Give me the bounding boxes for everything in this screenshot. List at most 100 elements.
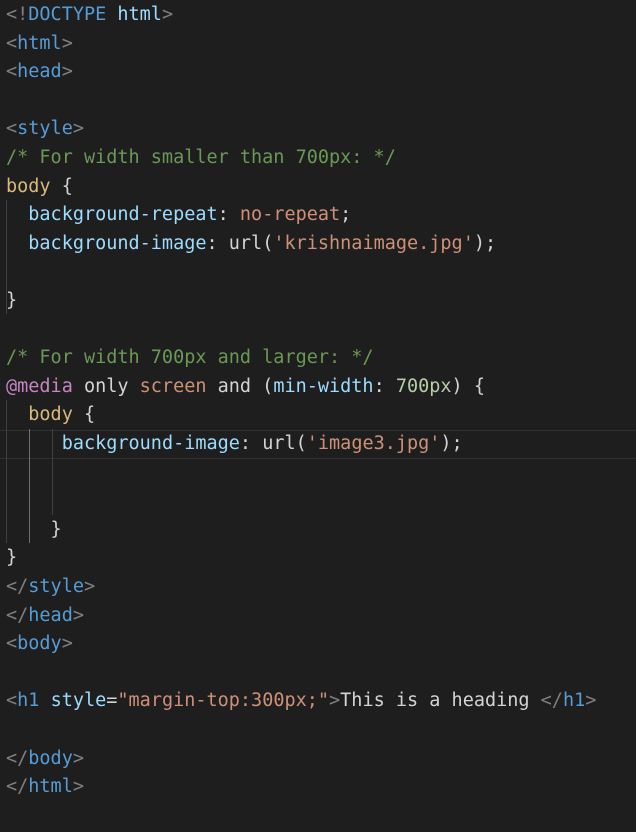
- code-line[interactable]: <h1 style="margin-top:300px;">This is a …: [0, 687, 636, 716]
- code-token: <: [6, 633, 18, 655]
- code-token: <!: [6, 4, 29, 25]
- code-token: </: [6, 604, 29, 626]
- code-token: >: [72, 604, 84, 626]
- code-token: ) {: [451, 375, 485, 397]
- code-line[interactable]: <html>: [0, 30, 636, 59]
- code-line[interactable]: body {: [0, 173, 636, 202]
- code-line[interactable]: /* For width 700px and larger: */: [0, 344, 636, 373]
- code-line[interactable]: background-image: url('krishnaimage.jpg'…: [0, 230, 636, 259]
- code-line[interactable]: <style>: [0, 115, 636, 144]
- code-token: html: [117, 4, 162, 25]
- code-token: </: [6, 776, 29, 798]
- indent-guide: [6, 400, 7, 543]
- code-line[interactable]: [0, 316, 636, 345]
- code-line[interactable]: @media only screen and (min-width: 700px…: [0, 373, 636, 402]
- code-line[interactable]: [0, 459, 636, 488]
- code-token: {: [72, 404, 96, 426]
- code-token: :: [206, 232, 229, 254]
- code-token: <: [6, 690, 18, 712]
- code-line[interactable]: </html>: [0, 773, 636, 802]
- code-token: no-repeat: [239, 204, 341, 226]
- code-token: html: [28, 776, 73, 798]
- code-token: >: [161, 4, 174, 25]
- code-token: >: [61, 633, 73, 655]
- code-token: {: [50, 175, 73, 197]
- code-token: url(: [262, 433, 307, 454]
- code-line[interactable]: }: [0, 287, 636, 316]
- code-token: :: [373, 375, 396, 397]
- code-token: background-image: [61, 433, 240, 454]
- code-token: );: [440, 433, 463, 454]
- code-token: only: [72, 375, 140, 397]
- code-token: h1: [562, 690, 586, 712]
- code-token: background-image: [28, 232, 207, 254]
- code-editor[interactable]: <!DOCTYPE html> <html> <head> <style>/* For…: [0, 0, 636, 832]
- code-token: >: [61, 61, 73, 83]
- code-token: =: [106, 690, 118, 712]
- code-token: body: [6, 175, 51, 197]
- code-token: head: [17, 61, 62, 83]
- code-token: h1: [17, 690, 40, 712]
- code-line[interactable]: <body>: [0, 630, 636, 659]
- code-line[interactable]: [0, 716, 636, 745]
- code-token: /* For width 700px and larger: */: [6, 347, 374, 369]
- code-token: }: [6, 547, 18, 569]
- code-token: }: [6, 518, 62, 540]
- code-line[interactable]: [0, 87, 636, 116]
- code-line[interactable]: [0, 258, 636, 287]
- code-token: >: [329, 690, 341, 712]
- code-line[interactable]: <!DOCTYPE html>: [0, 1, 636, 30]
- code-token: "margin-top:300px;": [117, 690, 330, 712]
- code-token: style: [17, 118, 73, 140]
- code-token: 'image3.jpg': [306, 433, 441, 454]
- code-token: 'krishnaimage.jpg': [273, 232, 474, 254]
- code-token: >: [61, 32, 73, 54]
- code-token: body: [17, 633, 62, 655]
- code-token: This is a heading: [340, 690, 541, 712]
- code-token: DOCTYPE: [28, 4, 107, 25]
- code-token: body: [28, 747, 73, 769]
- code-token: /* For width smaller than 700px: */: [6, 147, 396, 168]
- code-line[interactable]: }: [0, 516, 636, 545]
- indent-guide: [52, 429, 53, 515]
- code-line[interactable]: <head>: [0, 58, 636, 87]
- code-line[interactable]: [0, 659, 636, 688]
- code-token: url(: [228, 232, 274, 254]
- code-token: html: [17, 32, 62, 54]
- code-token: >: [72, 747, 84, 769]
- code-line[interactable]: /* For width smaller than 700px: */: [0, 144, 636, 173]
- code-token: style: [50, 690, 107, 712]
- code-token: );: [473, 232, 497, 254]
- code-line[interactable]: </head>: [0, 602, 636, 631]
- code-token: }: [6, 290, 18, 311]
- code-line[interactable]: }: [0, 544, 636, 573]
- code-line[interactable]: [0, 487, 636, 516]
- code-token: background-repeat: [28, 204, 218, 226]
- code-token: >: [585, 690, 597, 712]
- code-line[interactable]: background-repeat: no-repeat;: [0, 201, 636, 230]
- code-token: head: [28, 604, 73, 626]
- indent-guide: [6, 200, 7, 314]
- code-token: body: [28, 404, 73, 426]
- code-line[interactable]: </body>: [0, 745, 636, 774]
- code-token: style: [28, 576, 84, 597]
- code-token: @media: [6, 375, 73, 397]
- code-token: screen: [139, 375, 207, 397]
- code-token: :: [239, 433, 263, 454]
- code-token: :: [217, 204, 240, 226]
- code-token: </: [540, 690, 563, 712]
- code-token: >: [72, 118, 84, 140]
- code-token: >: [83, 576, 96, 597]
- code-token: </: [6, 747, 29, 769]
- code-line[interactable]: body {: [0, 401, 636, 430]
- code-token: and (: [206, 375, 274, 397]
- code-line[interactable]: </style>: [0, 573, 636, 602]
- code-token: <: [6, 118, 18, 140]
- code-line[interactable]: background-image: url('image3.jpg');: [0, 430, 636, 459]
- code-token: </: [6, 576, 29, 597]
